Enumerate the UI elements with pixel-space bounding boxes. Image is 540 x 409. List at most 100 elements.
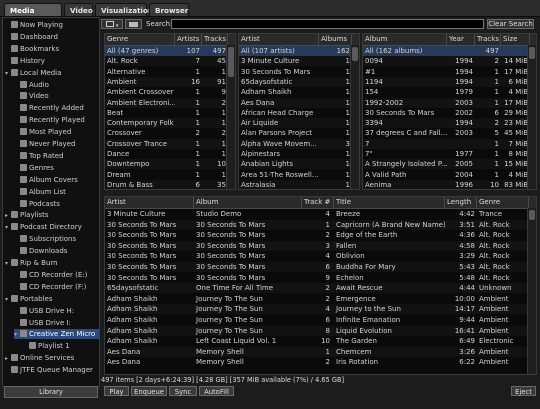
album-row[interactable]: All (162 albums) 497	[363, 46, 536, 56]
track-row[interactable]: 30 Seconds To Mars 30 Seconds To Mars 2 Edg…	[105, 230, 536, 240]
sidebar-item[interactable]: Most Played	[14, 127, 99, 137]
library-button[interactable]: Library	[4, 386, 98, 398]
artist-row[interactable]: 3 Minute Culture 1	[239, 56, 359, 67]
album-row[interactable]: 1194 1994 1 6 MiB	[363, 76, 536, 87]
sidebar-item[interactable]: ▸ Playlists	[5, 210, 99, 220]
track-row[interactable]: 30 Seconds To Mars 30 Seconds To Mars 4 Obl…	[105, 251, 536, 261]
track-list-scrollbar[interactable]	[527, 208, 536, 374]
view-mode-button[interactable]: ▾	[101, 19, 123, 29]
sidebar-item[interactable]: Top Rated	[14, 151, 99, 161]
genre-row[interactable]: Drum & Bass 6 35	[105, 179, 235, 189]
sidebar-item[interactable]: ▾ Local Media	[5, 68, 99, 78]
track-row[interactable]: Aes Dana Memory Shell 1 Chemcem 3:26 Ambient	[105, 346, 536, 357]
album-row[interactable]: 154 1979 1 4 MiB	[363, 87, 536, 97]
genre-row[interactable]: Contemporary Folk 1 1	[105, 118, 235, 129]
scroll-thumb[interactable]	[352, 47, 358, 61]
sidebar-item[interactable]: Playlist 1	[23, 341, 99, 351]
albums-column-header[interactable]: Albums	[319, 34, 352, 45]
sidebar-item[interactable]: ▾ Creative Zen Micro	[14, 329, 99, 340]
title-column-header[interactable]: Title	[334, 197, 445, 208]
sidebar-item[interactable]: Never Played	[14, 139, 99, 149]
artist-row[interactable]: Anabian Lights 1	[239, 159, 359, 170]
track-row[interactable]: Adham Shaikh Journey To The Sun 2 Emergence…	[105, 294, 536, 304]
genre-row[interactable]: Alt. Rock 7 45	[105, 56, 235, 67]
artist-row[interactable]: Air Liquide 1	[239, 118, 359, 129]
album-scrollbar[interactable]	[527, 45, 536, 189]
genre-row[interactable]: Ambient 16 91	[105, 76, 235, 87]
track-row[interactable]: 3 Minute Culture Studio Demo 4 Breeze 4:42 Tr…	[105, 209, 536, 219]
genre-row[interactable]: Crossover Trance 1 1	[105, 138, 235, 149]
scroll-thumb[interactable]	[529, 210, 535, 220]
album-row[interactable]: Aenima 1996 10 83 MiB	[363, 179, 536, 189]
scroll-thumb[interactable]	[529, 47, 535, 59]
sync-button[interactable]: Sync	[169, 386, 197, 396]
sidebar-item[interactable]: Now Playing	[5, 20, 99, 30]
tracks-column-header[interactable]: Tracks	[475, 34, 501, 45]
album-column-header[interactable]: Album	[363, 34, 447, 45]
artist-row[interactable]: 65daysofstatic 1	[239, 76, 359, 87]
artist-row[interactable]: Alan Parsons Project 1	[239, 128, 359, 138]
album-row[interactable]: #1 1994 1 17 MiB	[363, 67, 536, 77]
track-row[interactable]: Adham Shaikh Journey To The Sun 8 Liquid Ev…	[105, 325, 536, 336]
sidebar-item[interactable]: History	[5, 56, 99, 66]
artist-row[interactable]: Astralasia 1	[239, 179, 359, 189]
sidebar-item[interactable]: JTFE Queue Manager	[5, 365, 99, 375]
genre-scrollbar[interactable]	[226, 45, 235, 189]
sidebar-item[interactable]: Bookmarks	[5, 44, 99, 54]
artist-row[interactable]: Area 51-The Roswell... 1	[239, 170, 359, 180]
genre-row[interactable]: Dream 1 1	[105, 170, 235, 180]
genre-column-header[interactable]: Genre	[105, 34, 175, 45]
sidebar-item[interactable]: ▾ Rip & Burn	[5, 258, 99, 268]
tab-visualization[interactable]: Visualization	[95, 3, 153, 16]
album-row[interactable]: A Valid Path 2004 1 4 MiB	[363, 170, 536, 180]
genre-row[interactable]: Beat 1 1	[105, 108, 235, 118]
sidebar-item[interactable]: Album Covers	[14, 175, 99, 185]
options-button[interactable]	[125, 19, 142, 29]
sidebar-item[interactable]: USB Drive I:	[14, 318, 99, 328]
sidebar-item[interactable]: CD Recorder (E:)	[14, 270, 99, 280]
year-column-header[interactable]: Year	[447, 34, 475, 45]
play-button[interactable]: Play	[104, 386, 129, 396]
tab-video[interactable]: Video	[64, 3, 93, 16]
sidebar-item[interactable]: USB Drive H:	[14, 306, 99, 316]
clear-search-button[interactable]: Clear Search	[487, 19, 534, 29]
artists-column-header[interactable]: Artists	[175, 34, 202, 45]
artist-row[interactable]: 30 Seconds To Mars 1	[239, 67, 359, 77]
genre-row[interactable]: Ambient Electroni... 1 2	[105, 97, 235, 108]
album-row[interactable]: 3394 1994 2 23 MiB	[363, 118, 536, 129]
track-row[interactable]: 30 Seconds To Mars 30 Seconds To Mars 3 Fal…	[105, 240, 536, 251]
track-row[interactable]: Adham Shaikh Left Coast Liquid Vol. 1 10 Th…	[105, 336, 536, 346]
sidebar-item[interactable]: Video	[14, 91, 99, 101]
genre-row[interactable]: All (47 genres) 107 497	[105, 46, 235, 56]
tab-media-library[interactable]: Media Library	[4, 3, 62, 28]
sidebar-item[interactable]: Recently Played	[14, 115, 99, 125]
enqueue-button[interactable]: Enqueue	[131, 386, 167, 396]
sidebar-item[interactable]: ▾ Podcast Directory	[5, 222, 99, 232]
scroll-thumb[interactable]	[228, 47, 234, 77]
tracks-column-header[interactable]: Tracks	[202, 34, 228, 45]
genre-row[interactable]: Ambient Crossover 1 9	[105, 87, 235, 97]
sidebar-item[interactable]: Podcasts	[14, 199, 99, 209]
sidebar-item[interactable]: Album List	[14, 187, 99, 197]
eject-button[interactable]: Eject	[511, 386, 536, 396]
sidebar-item[interactable]: Dashboard	[5, 32, 99, 42]
sidebar-item[interactable]: Recently Added	[14, 103, 99, 113]
genre-row[interactable]: Dance 1 1	[105, 149, 235, 159]
artist-row[interactable]: African Head Charge 1	[239, 108, 359, 118]
search-input[interactable]	[171, 19, 484, 29]
sidebar-item[interactable]: Audio	[14, 80, 99, 90]
tab-browser[interactable]: Browser	[149, 3, 189, 16]
album-column-header[interactable]: Album	[194, 197, 302, 208]
artist-row[interactable]: Alpha Wave Movem... 3	[239, 138, 359, 149]
album-row[interactable]: 7" 1977 1 8 MiB	[363, 149, 536, 159]
sidebar-item[interactable]: Downloads	[14, 246, 99, 256]
genre-row[interactable]: Alternative 1 1	[105, 67, 235, 77]
track-row[interactable]: 30 Seconds To Mars 30 Seconds To Mars 1 Cap…	[105, 219, 536, 230]
track-row[interactable]: 30 Seconds To Mars 30 Seconds To Mars 9 Ech…	[105, 273, 536, 283]
album-row[interactable]: 30 Seconds To Mars 2002 6 29 MiB	[363, 108, 536, 118]
artist-row[interactable]: Alpinestars 1	[239, 149, 359, 159]
artist-scrollbar[interactable]	[350, 45, 359, 189]
length-column-header[interactable]: Length	[445, 197, 477, 208]
sidebar-item[interactable]: Subscriptions	[14, 234, 99, 244]
artist-row[interactable]: Adham Shaikh 1	[239, 87, 359, 97]
